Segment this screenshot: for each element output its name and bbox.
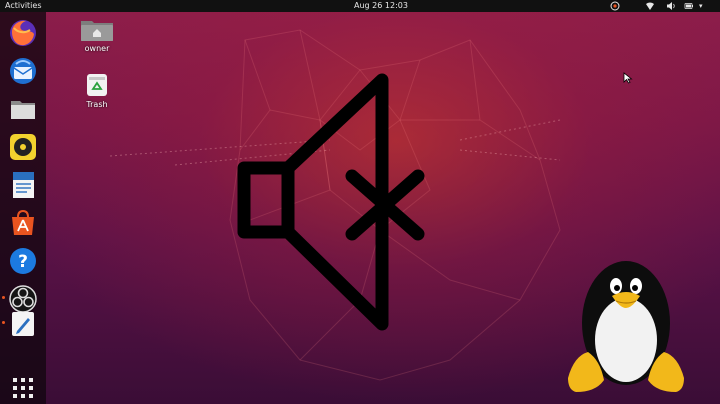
desktop-icon-label: Trash bbox=[86, 100, 108, 109]
desktop-icon-label: owner bbox=[84, 44, 110, 53]
firefox-icon bbox=[10, 20, 36, 46]
dock-item-thunderbird[interactable] bbox=[7, 55, 39, 87]
thunderbird-icon bbox=[10, 58, 36, 84]
system-menu-chevron-icon[interactable]: ▾ bbox=[699, 0, 703, 12]
network-icon[interactable] bbox=[645, 1, 655, 11]
trash-icon bbox=[87, 74, 107, 96]
running-indicator bbox=[2, 296, 5, 299]
activities-button[interactable]: Activities bbox=[5, 0, 42, 12]
rhythmbox-icon bbox=[10, 134, 36, 160]
volume-icon[interactable] bbox=[666, 1, 676, 11]
battery-icon[interactable] bbox=[684, 1, 694, 11]
dock: ? bbox=[0, 12, 46, 404]
files-icon bbox=[11, 101, 35, 119]
app-grid-icon bbox=[13, 378, 33, 398]
dock-item-writer[interactable] bbox=[7, 169, 39, 201]
show-applications-button[interactable] bbox=[7, 372, 39, 404]
tux-penguin bbox=[568, 261, 684, 392]
dock-item-firefox[interactable] bbox=[7, 17, 39, 49]
dock-item-files[interactable] bbox=[7, 93, 39, 125]
help-icon: ? bbox=[10, 248, 36, 274]
text-editor-icon bbox=[12, 312, 34, 336]
speaker-muted-icon bbox=[237, 73, 425, 331]
home-folder-icon bbox=[81, 21, 113, 41]
svg-text:?: ? bbox=[18, 252, 28, 272]
dock-item-rhythmbox[interactable] bbox=[7, 131, 39, 163]
accessibility-icon[interactable] bbox=[610, 1, 620, 11]
dock-item-software[interactable] bbox=[7, 207, 39, 239]
software-center-icon bbox=[12, 209, 34, 235]
dock-item-text-editor[interactable] bbox=[7, 308, 39, 340]
clock[interactable]: Aug 26 12:03 bbox=[354, 0, 408, 12]
top-bar: Activities Aug 26 12:03 ▾ bbox=[0, 0, 720, 12]
running-indicator bbox=[2, 321, 5, 324]
desktop-icon-home[interactable]: owner bbox=[71, 18, 123, 53]
desktop-icon-trash[interactable]: Trash bbox=[71, 72, 123, 109]
mouse-cursor-icon bbox=[623, 72, 633, 84]
dock-item-help[interactable]: ? bbox=[7, 245, 39, 277]
libreoffice-writer-icon bbox=[13, 172, 34, 198]
